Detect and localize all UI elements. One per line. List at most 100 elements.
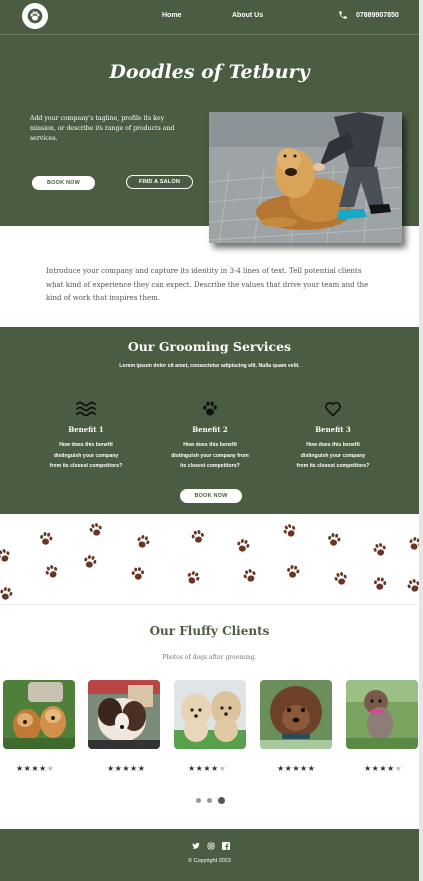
benefit-desc-line: distinguish your company	[300, 452, 366, 459]
paw-print-icon	[237, 539, 250, 552]
paw-print-icon	[191, 530, 204, 543]
paw-icon	[203, 401, 217, 416]
phone-link[interactable]: 07889907850	[338, 10, 399, 20]
instagram-icon[interactable]	[207, 842, 215, 850]
nav-home[interactable]: Home	[162, 12, 181, 19]
client-card[interactable]	[174, 680, 246, 749]
star-rating: ★★★★★	[16, 764, 54, 773]
client-card[interactable]	[346, 680, 418, 749]
client-card[interactable]	[88, 680, 160, 749]
services-book-now-button[interactable]: BOOK NOW	[180, 489, 242, 503]
star-filled-icon: ★	[379, 764, 388, 773]
site-header: Home About Us 07889907850	[0, 0, 419, 35]
paw-print-icon	[131, 567, 145, 580]
paw-print-icon	[0, 587, 13, 600]
star-filled-icon: ★	[31, 764, 40, 773]
bernese-doodle-photo	[88, 680, 160, 749]
hero-book-now-button[interactable]: BOOK NOW	[32, 176, 95, 190]
logo[interactable]	[22, 3, 48, 29]
star-filled-icon: ★	[300, 764, 308, 773]
benefit-desc-line: its closest competitors?	[180, 463, 240, 469]
paw-print-icon	[89, 523, 102, 536]
star-filled-icon: ★	[211, 764, 219, 773]
star-filled-icon: ★	[188, 764, 196, 773]
paw-pattern-banner	[0, 514, 419, 604]
star-empty-icon: ★	[394, 764, 403, 773]
benefit-3: Benefit 3 How does this benefit distingu…	[285, 399, 381, 472]
site-footer: © Copyright 2023	[0, 829, 419, 881]
heart-icon	[325, 402, 341, 417]
twitter-icon[interactable]	[192, 842, 200, 850]
client-card[interactable]	[260, 680, 332, 749]
phone-icon	[339, 11, 347, 19]
nav-about-us[interactable]: About Us	[232, 12, 263, 19]
hero-title: Doodles of Tetbury	[109, 61, 310, 83]
phone-number: 07889907850	[356, 11, 399, 19]
star-filled-icon: ★	[130, 764, 138, 773]
benefit-title: Benefit 1	[68, 425, 104, 434]
social-links	[192, 842, 230, 850]
star-filled-icon: ★	[203, 764, 212, 773]
benefit-desc-line: distinguish your company	[53, 452, 119, 459]
benefit-description: How does this benefit distinguish your c…	[162, 440, 258, 472]
paw-print-icon	[373, 543, 386, 556]
star-filled-icon: ★	[107, 764, 115, 773]
paw-print-icon	[40, 532, 53, 545]
benefit-2: Benefit 2 How does this benefit distingu…	[162, 399, 258, 472]
star-rating: ★★★★★	[277, 764, 315, 773]
waves-icon	[76, 401, 96, 417]
golden-retriever-with-owner-photo	[209, 112, 402, 243]
paw-print-icon	[84, 555, 97, 568]
star-filled-icon: ★	[292, 764, 301, 773]
benefit-description: How does this benefit distinguish your c…	[38, 440, 134, 472]
hero-tagline: Add your company's tagline, profile its …	[30, 115, 175, 142]
benefit-desc-line: distinguish your company from	[171, 452, 249, 459]
paw-print-icon	[187, 571, 200, 584]
benefit-desc-line: from its closest competitors?	[49, 463, 123, 469]
paw-print-icon	[0, 549, 10, 562]
star-filled-icon: ★	[364, 764, 372, 773]
clients-subtitle: Photos of dogs after grooming.	[162, 654, 257, 661]
company-intro: Introduce your company and capture its i…	[46, 267, 369, 302]
paw-print-icon	[137, 535, 150, 548]
paw-print-icon	[334, 572, 347, 585]
star-filled-icon: ★	[277, 764, 285, 773]
brown-doodle-photo	[260, 680, 332, 749]
paw-print-icon	[328, 533, 341, 546]
paw-print-icon	[407, 579, 419, 592]
star-empty-icon: ★	[218, 764, 227, 773]
clients-title: Our Fluffy Clients	[149, 624, 270, 638]
benefit-desc-line: How does this benefit	[59, 442, 113, 448]
star-filled-icon: ★	[137, 764, 146, 773]
benefit-description: How does this benefit distinguish your c…	[285, 440, 381, 472]
client-card[interactable]	[3, 680, 75, 749]
benefit-desc-line: from its closest competitors?	[296, 463, 370, 469]
find-a-salon-button[interactable]: FIND A SALON	[126, 175, 193, 189]
page: Home About Us 07889907850 Doodles of Tet…	[0, 0, 419, 881]
star-filled-icon: ★	[122, 764, 131, 773]
copyright-text: © Copyright 2023	[188, 858, 231, 864]
paw-icon	[27, 8, 43, 24]
hero-section: Doodles of Tetbury Add your company's ta…	[0, 35, 419, 243]
paw-print-icon	[287, 565, 300, 578]
star-filled-icon: ★	[307, 764, 316, 773]
paw-print-icon	[45, 565, 58, 578]
two-dogs-photo	[3, 680, 75, 749]
carousel-dot-active[interactable]	[218, 797, 225, 804]
star-rating: ★★★★★	[188, 764, 226, 773]
grey-doodle-photo	[346, 680, 418, 749]
carousel-dot[interactable]	[196, 798, 201, 803]
star-filled-icon: ★	[39, 764, 47, 773]
two-cream-doodles-photo	[174, 680, 246, 749]
benefit-title: Benefit 2	[192, 425, 228, 434]
star-filled-icon: ★	[387, 764, 395, 773]
benefit-1: Benefit 1 How does this benefit distingu…	[38, 399, 134, 472]
section-divider	[0, 604, 419, 605]
benefit-title: Benefit 3	[315, 425, 351, 434]
page-scrollbar[interactable]	[419, 0, 423, 881]
star-rating: ★★★★★	[364, 764, 402, 773]
facebook-icon[interactable]	[222, 842, 230, 850]
carousel-dot[interactable]	[207, 798, 212, 803]
paw-print-icon	[283, 524, 296, 537]
paw-print-icon	[373, 577, 387, 590]
